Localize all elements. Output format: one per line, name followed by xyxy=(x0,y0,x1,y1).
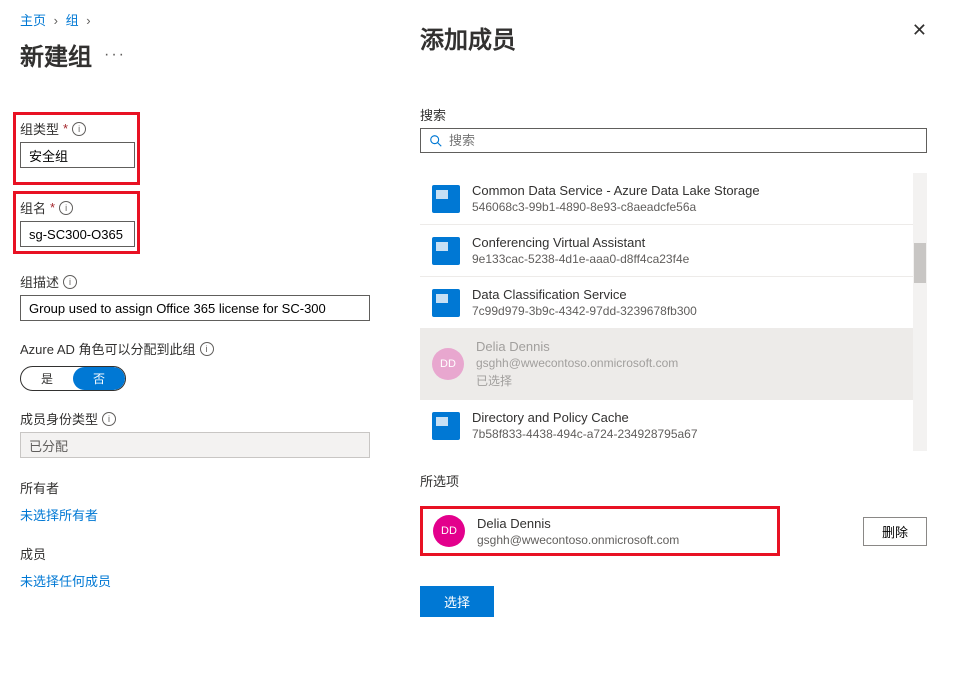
members-link[interactable]: 未选择任何成员 xyxy=(20,571,370,590)
highlight-selected-member: DD Delia Dennis gsghh@wwecontoso.onmicro… xyxy=(420,506,780,556)
search-icon xyxy=(429,134,443,148)
search-label: 搜索 xyxy=(420,105,927,124)
info-icon[interactable]: i xyxy=(59,201,73,215)
app-icon xyxy=(432,185,460,213)
group-type-input[interactable] xyxy=(20,142,135,168)
info-icon[interactable]: i xyxy=(72,122,86,136)
panel-title: 添加成员 xyxy=(420,20,516,55)
toggle-yes[interactable]: 是 xyxy=(21,367,73,390)
avatar: DD xyxy=(433,515,465,547)
result-item[interactable]: Directory and Policy Cache 7b58f833-4438-… xyxy=(420,399,927,451)
result-item[interactable]: Conferencing Virtual Assistant 9e133cac-5… xyxy=(420,224,927,276)
info-icon[interactable]: i xyxy=(63,275,77,289)
members-label: 成员 xyxy=(20,544,370,563)
result-sub: 7b58f833-4438-494c-a724-234928795a67 xyxy=(472,427,915,441)
result-sub: 546068c3-99b1-4890-8e93-c8aeadcfe56a xyxy=(472,200,915,214)
required-asterisk: * xyxy=(63,121,68,136)
result-item[interactable]: Common Data Service - Azure Data Lake St… xyxy=(420,173,927,224)
app-icon xyxy=(432,237,460,265)
result-name: Data Classification Service xyxy=(472,287,915,302)
membership-type-input xyxy=(20,432,370,458)
info-icon[interactable]: i xyxy=(102,412,116,426)
result-name: Directory and Policy Cache xyxy=(472,410,915,425)
highlight-group-name: 组名 * i xyxy=(13,191,140,254)
membership-type-label: 成员身份类型 xyxy=(20,409,98,428)
result-status: 已选择 xyxy=(476,372,915,389)
highlight-group-type: 组类型 * i xyxy=(13,112,140,185)
delete-button[interactable]: 删除 xyxy=(863,517,927,546)
breadcrumb-group[interactable]: 组 xyxy=(66,13,79,28)
result-name: Delia Dennis xyxy=(476,339,915,354)
owners-link[interactable]: 未选择所有者 xyxy=(20,505,370,524)
chevron-right-icon: › xyxy=(86,13,90,28)
add-member-panel: 添加成员 ✕ 搜索 Common Data Service - Azure Da… xyxy=(390,0,957,676)
scrollbar-track[interactable] xyxy=(913,173,927,451)
avatar: DD xyxy=(432,348,464,380)
breadcrumb-home[interactable]: 主页 xyxy=(20,13,46,28)
page-title: 新建组 xyxy=(20,37,92,72)
close-icon[interactable]: ✕ xyxy=(912,20,927,41)
result-item[interactable]: Data Classification Service 7c99d979-3b9c… xyxy=(420,276,927,328)
selected-items-label: 所选项 xyxy=(420,471,927,490)
group-name-label: 组名 xyxy=(20,198,46,217)
result-sub: 9e133cac-5238-4d1e-aaa0-d8ff4ca23f4e xyxy=(472,252,915,266)
select-button[interactable]: 选择 xyxy=(420,586,494,617)
selected-sub: gsghh@wwecontoso.onmicrosoft.com xyxy=(477,533,767,547)
required-asterisk: * xyxy=(50,200,55,215)
owners-label: 所有者 xyxy=(20,478,370,497)
result-item[interactable]: DD Delia Dennis gsghh@wwecontoso.onmicroso… xyxy=(420,328,927,399)
group-type-label: 组类型 xyxy=(20,119,59,138)
toggle-no[interactable]: 否 xyxy=(73,367,125,390)
group-desc-label: 组描述 xyxy=(20,272,59,291)
app-icon xyxy=(432,412,460,440)
results-list: Common Data Service - Azure Data Lake St… xyxy=(420,173,927,451)
group-name-input[interactable] xyxy=(20,221,135,247)
azure-ad-roles-label: Azure AD 角色可以分配到此组 xyxy=(20,339,196,358)
result-sub: 7c99d979-3b9c-4342-97dd-3239678fb300 xyxy=(472,304,915,318)
search-box[interactable] xyxy=(420,128,927,153)
azure-ad-toggle: 是 否 xyxy=(20,366,126,391)
result-name: Common Data Service - Azure Data Lake St… xyxy=(472,183,915,198)
info-icon[interactable]: i xyxy=(200,342,214,356)
chevron-right-icon: › xyxy=(54,13,58,28)
more-icon[interactable]: ··· xyxy=(104,46,126,64)
selected-name: Delia Dennis xyxy=(477,516,767,531)
group-desc-input[interactable] xyxy=(20,295,370,321)
result-name: Conferencing Virtual Assistant xyxy=(472,235,915,250)
app-icon xyxy=(432,289,460,317)
scrollbar-thumb[interactable] xyxy=(914,243,926,283)
search-input[interactable] xyxy=(449,133,918,148)
left-panel: 主页 › 组 › 新建组 ··· 组类型 * i 组名 * i xyxy=(0,0,390,676)
result-sub: gsghh@wwecontoso.onmicrosoft.com xyxy=(476,356,915,370)
breadcrumb: 主页 › 组 › xyxy=(20,10,370,29)
